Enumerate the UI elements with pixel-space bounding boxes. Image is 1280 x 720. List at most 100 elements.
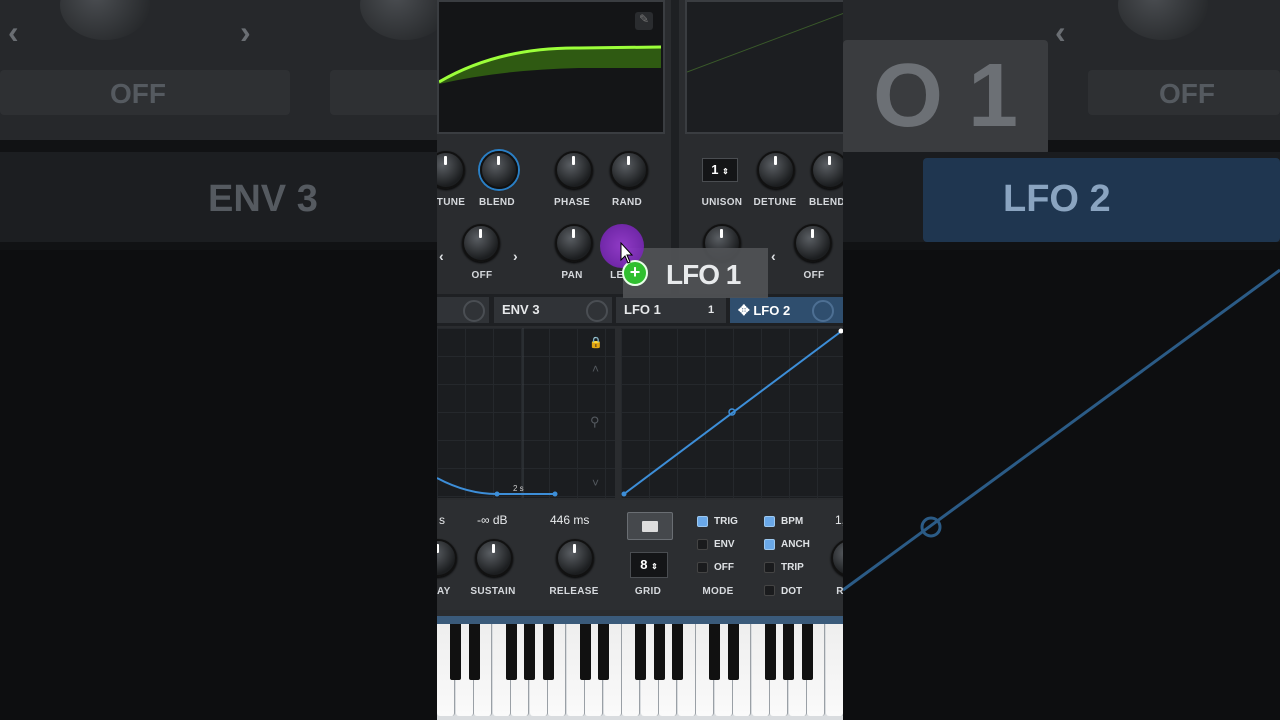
rand-label: RAND — [611, 197, 643, 208]
lfo-graph[interactable] — [621, 328, 843, 498]
black-key[interactable] — [727, 624, 739, 680]
grid-spin-arrows-icon[interactable]: ⇕ — [651, 562, 658, 571]
release-knob[interactable] — [556, 539, 594, 577]
background-right-blur: O 1 ‹ OFF LFO 2 — [843, 0, 1280, 720]
white-key[interactable] — [825, 624, 843, 716]
rand-knob[interactable] — [610, 151, 648, 189]
grid-label: GRID — [634, 586, 662, 597]
sustain-label: SUSTAIN — [470, 586, 516, 597]
trip-checkbox[interactable] — [764, 562, 775, 573]
black-key[interactable] — [764, 624, 776, 680]
env-mode-label: ENV — [714, 539, 735, 550]
unison-spinbox[interactable]: 1 ⇕ — [702, 158, 738, 182]
tab-env2[interactable] — [437, 297, 489, 323]
black-key[interactable] — [709, 624, 720, 680]
anch-checkbox[interactable] — [764, 539, 775, 550]
osc-b-blend-label: BLEND — [809, 197, 843, 208]
pan-label: PAN — [561, 270, 583, 281]
mouse-cursor-icon — [620, 242, 634, 264]
spin-arrows-icon[interactable]: ⇕ — [722, 167, 729, 176]
env-checkbox[interactable] — [697, 539, 708, 550]
env-time-marker: 2 s — [513, 484, 524, 493]
off-mode-label: OFF — [714, 562, 734, 573]
lfo2-ring-icon — [812, 300, 834, 322]
tab-lfo1[interactable]: LFO 1 1 — [616, 297, 726, 323]
tune-knob[interactable] — [437, 151, 465, 189]
black-key[interactable] — [598, 624, 609, 680]
bg-graph-area — [0, 250, 437, 720]
black-key[interactable] — [542, 624, 554, 680]
env3-ring-icon — [586, 300, 608, 322]
piano-keyboard[interactable] — [437, 616, 843, 720]
black-key[interactable] — [672, 624, 683, 680]
osc-b-blend-knob[interactable] — [811, 151, 843, 189]
bg-lfo2-label: LFO 2 — [1003, 178, 1111, 220]
chevron-down-icon[interactable]: ˅ — [592, 476, 599, 490]
tab-env3[interactable]: ENV 3 — [494, 297, 612, 323]
tab-lfo2[interactable]: ✥ LFO 2 — [730, 297, 843, 323]
zoom-icon[interactable]: ⚲ — [590, 414, 600, 430]
black-key[interactable] — [635, 624, 646, 680]
bg-off-label: OFF — [110, 78, 166, 109]
black-key[interactable] — [468, 624, 480, 680]
chevron-up-icon[interactable]: ˄ — [592, 362, 599, 376]
black-key[interactable] — [524, 624, 535, 680]
sustain-knob[interactable] — [475, 539, 513, 577]
trig-checkbox[interactable] — [697, 516, 708, 527]
black-key[interactable] — [579, 624, 591, 680]
env-graph[interactable]: 2 s — [437, 328, 615, 498]
octave-knob[interactable] — [462, 224, 500, 262]
blend-knob[interactable] — [480, 151, 518, 189]
black-key[interactable] — [450, 624, 461, 680]
black-key[interactable] — [505, 624, 517, 680]
prev-arrow-icon[interactable]: ‹ — [439, 248, 444, 264]
black-key[interactable] — [801, 624, 813, 680]
trip-label: TRIP — [781, 562, 804, 573]
phase-knob[interactable] — [555, 151, 593, 189]
osc-b-off-label: OFF — [803, 270, 825, 281]
synth-panel: ✎ TUNE BLEND PHASE RAND ‹ › OFF PAN LEVE… — [437, 0, 843, 720]
anch-label: ANCH — [781, 539, 810, 550]
next-arrow-icon[interactable]: › — [513, 248, 518, 264]
bg-next-arrow-icon: › — [240, 14, 251, 50]
osc-b-semi-knob[interactable] — [794, 224, 832, 262]
bg-env-tab-label: ENV 3 — [208, 178, 318, 220]
pan-knob[interactable] — [555, 224, 593, 262]
off-checkbox[interactable] — [697, 562, 708, 573]
osc-b-prev-arrow-icon[interactable]: ‹ — [771, 248, 776, 264]
black-key[interactable] — [783, 624, 794, 680]
edit-pencil-icon[interactable]: ✎ — [635, 12, 653, 30]
env-curve — [437, 328, 558, 498]
lfo-curve — [621, 328, 843, 497]
black-key[interactable] — [653, 624, 665, 680]
bg-lfo-overlay-text: O 1 — [873, 46, 1019, 146]
osc-b-wave-line — [686, 12, 843, 73]
detune-label: DETUNE — [753, 197, 797, 208]
bg-pan-box — [330, 70, 437, 115]
decay-readout: s — [439, 513, 445, 527]
sustain-readout: -∞ dB — [477, 513, 508, 527]
trig-label: TRIG — [714, 516, 738, 527]
osc-a-wave-display[interactable]: ✎ — [437, 0, 665, 134]
bpm-checkbox[interactable] — [764, 516, 775, 527]
lfo1-tab-label: LFO 1 — [624, 302, 661, 317]
preset-folder-button[interactable] — [627, 512, 673, 540]
rate-readout-partial: 1, — [835, 513, 843, 527]
blend-label: BLEND — [479, 197, 515, 208]
detune-knob[interactable] — [757, 151, 795, 189]
grid-spinbox[interactable]: 8 ⇕ — [630, 552, 668, 578]
release-label: RELEASE — [549, 586, 599, 597]
dot-checkbox[interactable] — [764, 585, 775, 596]
bg-prev-arrow-icon: ‹ — [1055, 14, 1066, 50]
lfo2-tab-label: LFO 2 — [753, 303, 791, 318]
env3-tab-label: ENV 3 — [502, 302, 540, 317]
lock-icon[interactable]: 🔒 — [589, 336, 603, 349]
keyboard-top-strip — [437, 616, 843, 624]
folder-icon — [642, 521, 658, 532]
dot-label: DOT — [781, 586, 803, 597]
grid-value: 8 — [640, 557, 648, 572]
osc-b-wave-display[interactable] — [685, 0, 843, 134]
move-icon[interactable]: ✥ — [738, 302, 750, 318]
decay-label: AY — [437, 586, 451, 597]
background-left-blur: ‹ › OFF ENV 3 — [0, 0, 437, 720]
